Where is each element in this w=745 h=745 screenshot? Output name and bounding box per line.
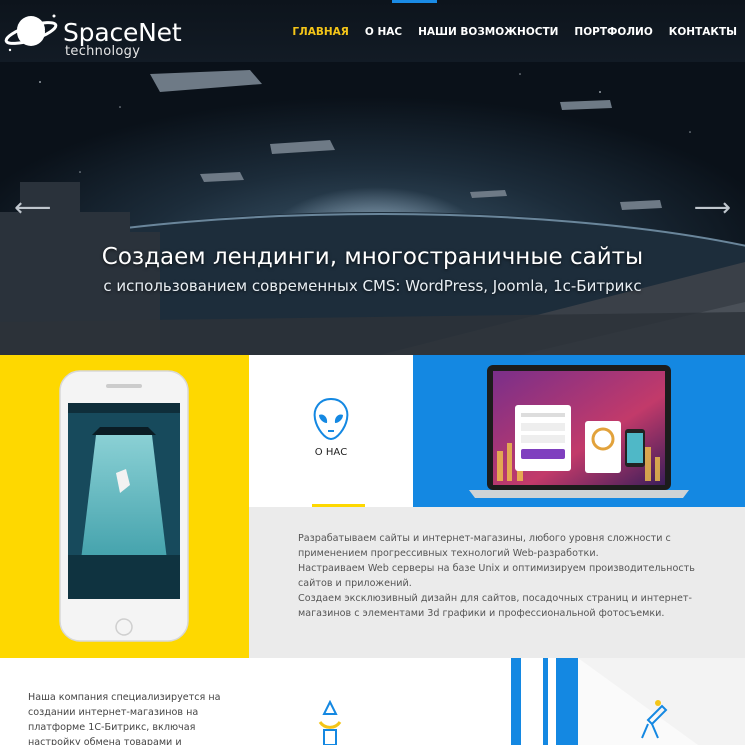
- site-logo[interactable]: SpaceNet technology: [4, 10, 182, 59]
- decorative-diagonal: [578, 658, 745, 745]
- nav-item-about[interactable]: О НАС: [365, 26, 402, 38]
- slider-next-arrow-icon[interactable]: ⟶: [694, 195, 731, 221]
- nav-item-portfolio[interactable]: ПОРТФОЛИО: [574, 26, 652, 38]
- hero-slider: ⟵ ⟶ Создаем лендинги, многостраничные са…: [0, 62, 745, 355]
- slider-prev-arrow-icon[interactable]: ⟵: [14, 195, 51, 221]
- about-paragraph: Создаем эксклюзивный дизайн для сайтов, …: [298, 593, 692, 619]
- decorative-stripe: [556, 658, 578, 745]
- phone-mockup-image: [59, 370, 189, 642]
- about-description: Разрабатываем сайты и интернет-магазины,…: [298, 531, 708, 621]
- space-scene-image: [0, 70, 745, 355]
- hero-subtitle: с использованием современных CMS: WordPr…: [103, 277, 642, 295]
- planet-logo-icon: [4, 14, 58, 52]
- alien-icon: [313, 397, 349, 441]
- site-header: SpaceNet technology ГЛАВНАЯ О НАС НАШИ В…: [0, 0, 745, 62]
- about-tile-label: О НАС: [314, 447, 348, 458]
- company-description: Наша компания специализируется на создан…: [28, 692, 221, 745]
- about-paragraph: Настраиваем Web серверы на базе Unix и о…: [298, 563, 695, 589]
- decorative-stripe: [543, 658, 548, 745]
- nav-item-home[interactable]: ГЛАВНАЯ: [292, 26, 349, 38]
- phone-showcase-panel: [0, 355, 249, 658]
- decorative-stripe: [511, 658, 521, 745]
- laptop-showcase-panel: [413, 355, 745, 507]
- main-nav: ГЛАВНАЯ О НАС НАШИ ВОЗМОЖНОСТИ ПОРТФОЛИО…: [276, 26, 737, 38]
- satellite-dish-icon: [318, 700, 342, 745]
- brand-tagline: technology: [65, 44, 141, 59]
- brand-name: SpaceNet: [63, 18, 182, 47]
- about-text-panel: Разрабатываем сайты и интернет-магазины,…: [249, 507, 745, 658]
- about-paragraph: Разрабатываем сайты и интернет-магазины,…: [298, 533, 671, 559]
- nav-item-capabilities[interactable]: НАШИ ВОЗМОЖНОСТИ: [418, 26, 558, 38]
- nav-active-indicator: [392, 0, 437, 3]
- laptop-mockup-image: [469, 365, 689, 498]
- nav-item-contacts[interactable]: КОНТАКТЫ: [669, 26, 737, 38]
- about-tile[interactable]: О НАС: [249, 355, 413, 507]
- hero-title: Создаем лендинги, многостраничные сайты: [101, 244, 644, 270]
